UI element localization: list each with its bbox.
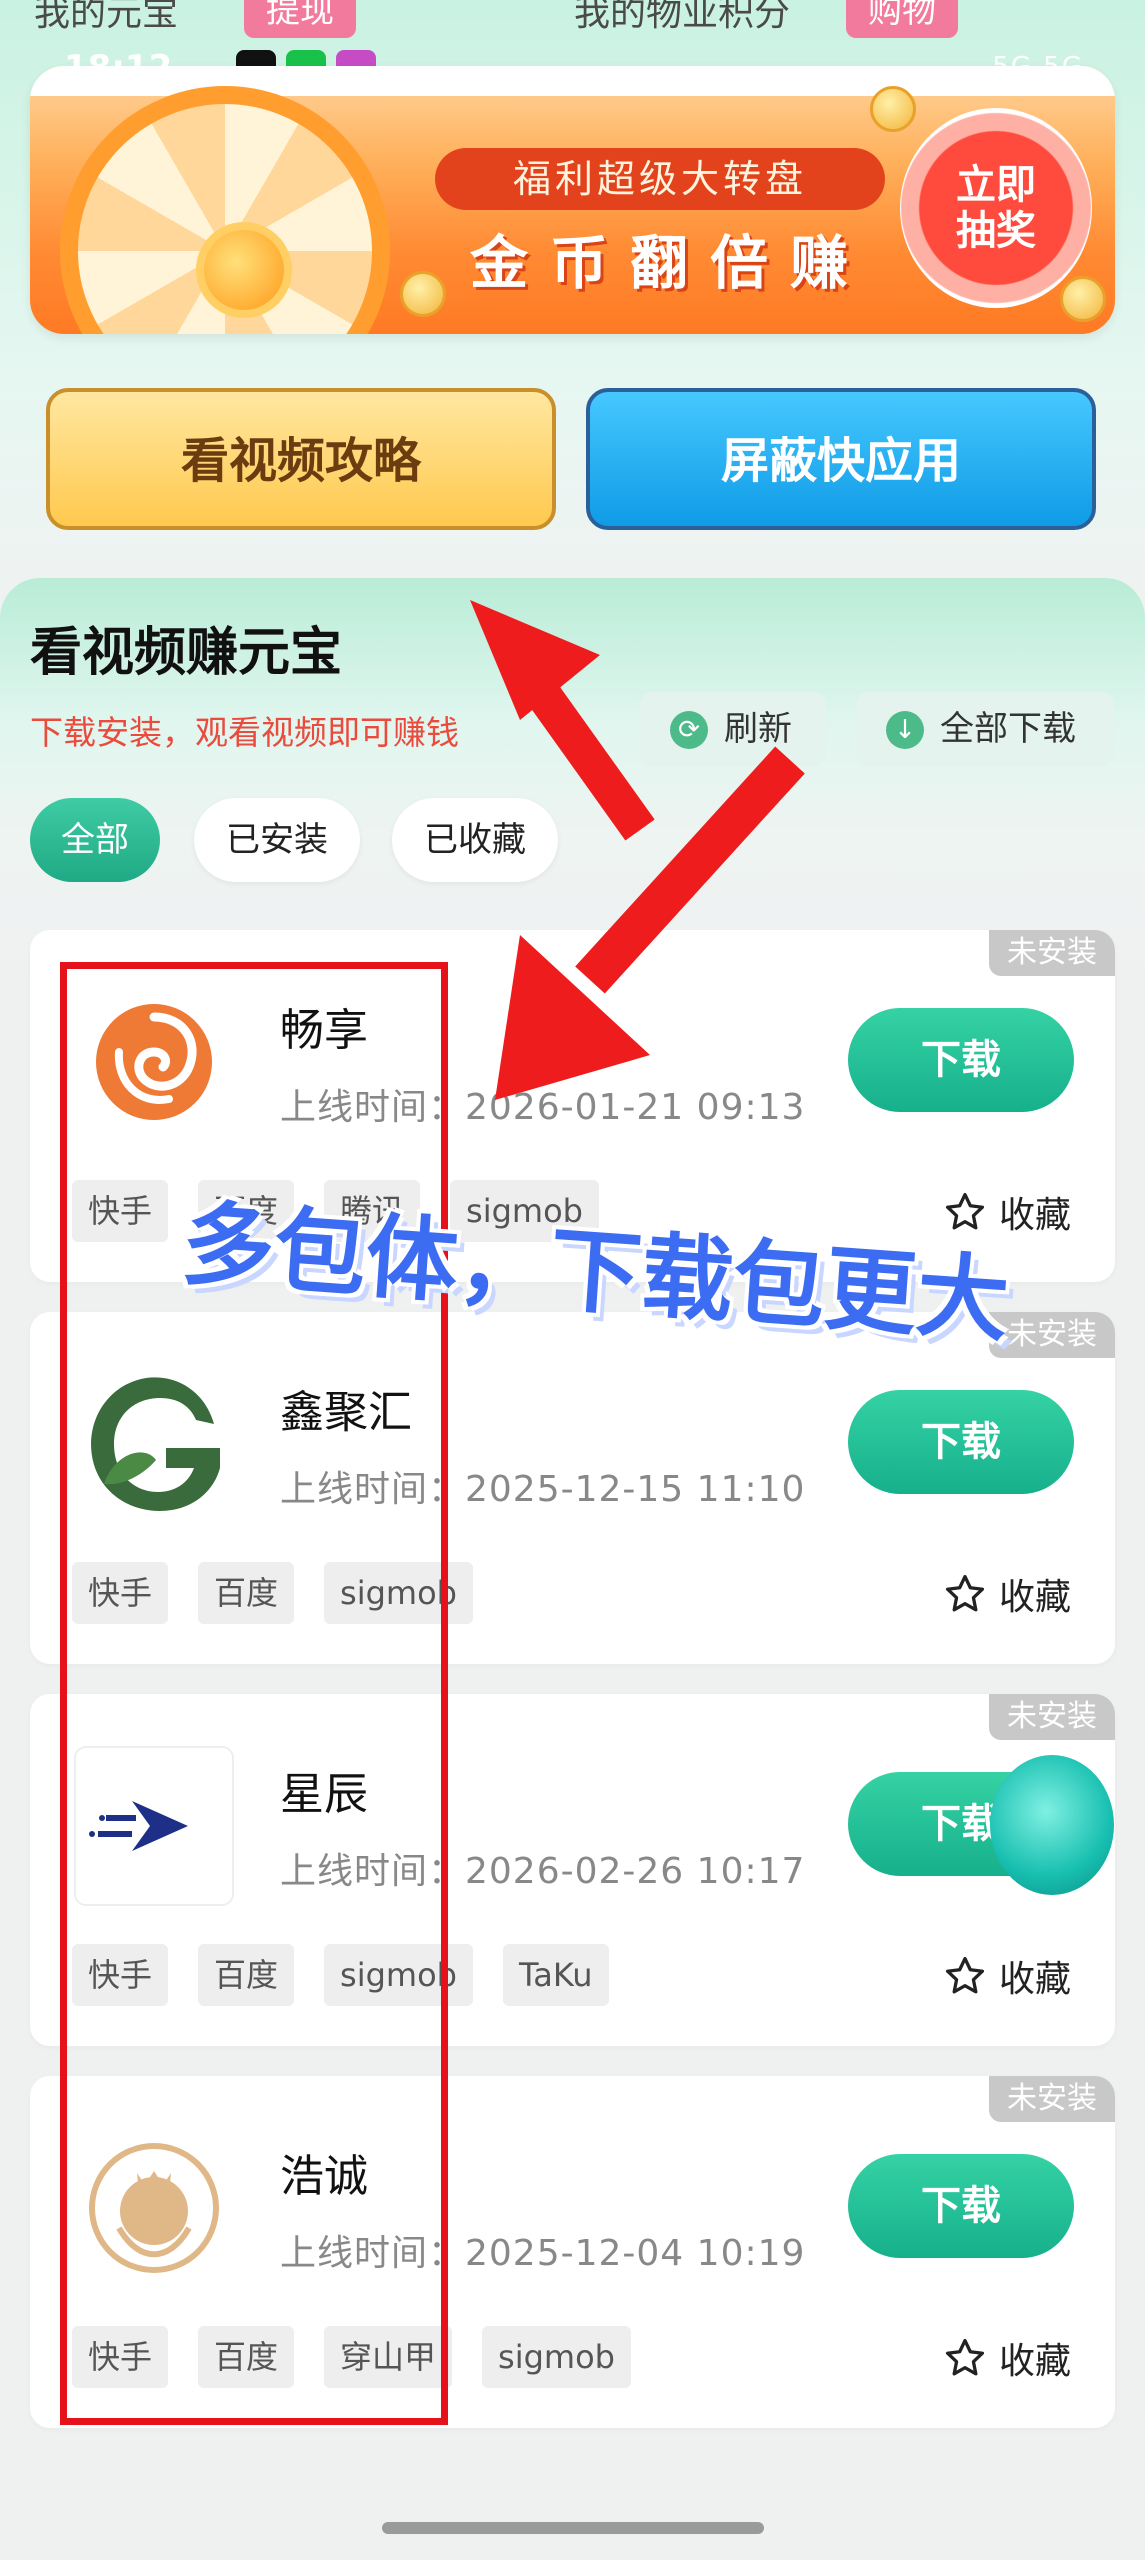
arrow-up-icon bbox=[470, 600, 655, 841]
home-indicator[interactable] bbox=[382, 2522, 764, 2534]
